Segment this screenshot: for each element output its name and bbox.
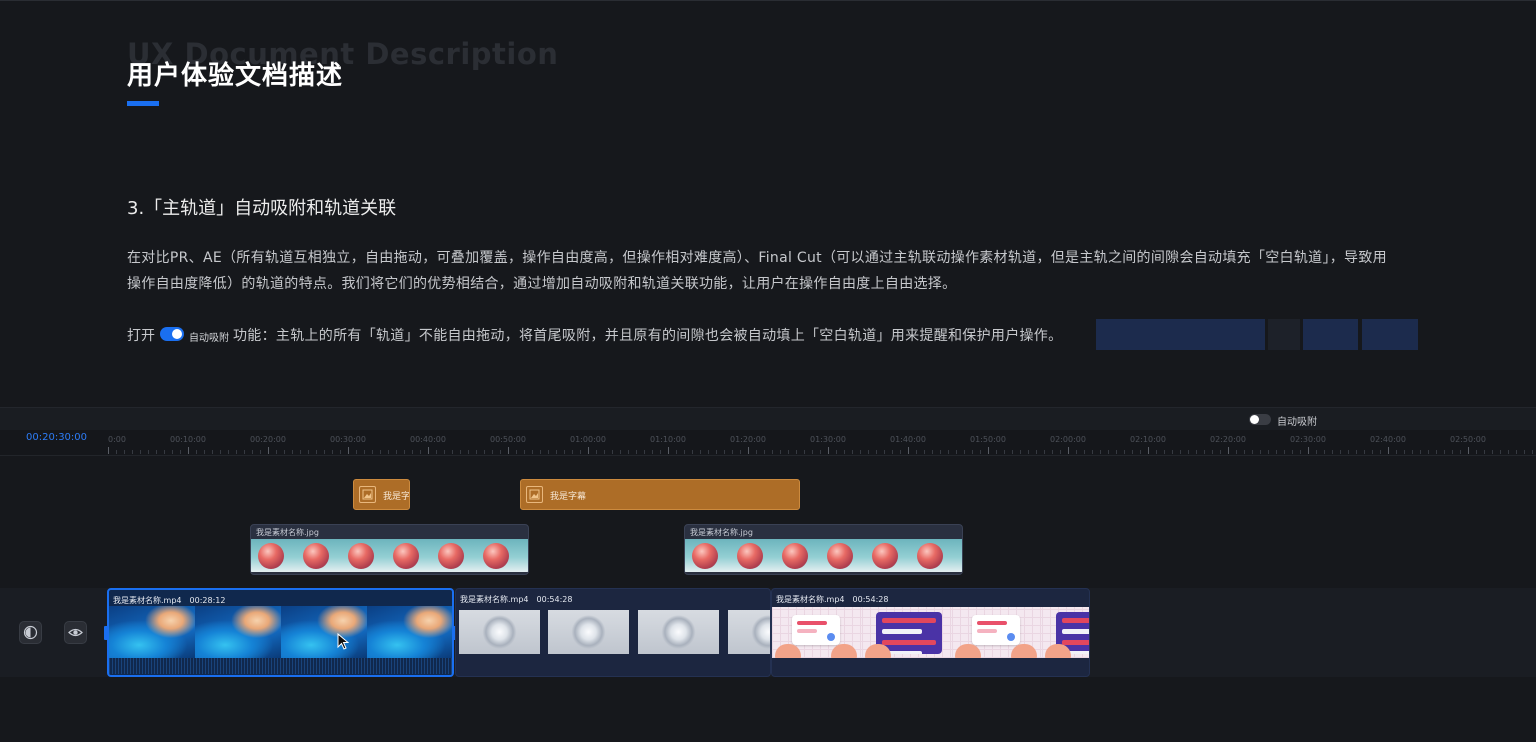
clip-duration: 00:28:12 <box>189 596 226 605</box>
paragraph-line: 在对比PR、AE（所有轨道互相独立，自由拖动，可叠加覆盖，操作自由度高，但操作相… <box>127 250 1387 266</box>
thumbnail <box>195 606 281 658</box>
thumbnail <box>827 543 853 569</box>
ruler-tick-label: 02:20:00 <box>1210 435 1246 444</box>
toggle-knob <box>1250 415 1259 424</box>
ruler-tick-label: 02:00:00 <box>1050 435 1086 444</box>
thumbnail <box>872 543 898 569</box>
main-clip-label: 我是素材名称.mp4 00:28:12 <box>113 595 225 606</box>
thumbnail <box>782 543 808 569</box>
volume-icon <box>23 625 38 640</box>
ruler-tick-label: 02:30:00 <box>1290 435 1326 444</box>
preview-block <box>1362 319 1418 350</box>
main-clip[interactable]: 我是素材名称.mp4 00:54:28 <box>455 588 771 677</box>
thumbnail <box>303 543 329 569</box>
clip-name: 我是素材名称.mp4 <box>113 596 182 605</box>
caption-clip[interactable]: 我是字 <box>353 479 410 510</box>
main-clip[interactable]: 我是素材名称.mp4 00:54:28 <box>771 588 1090 677</box>
ruler-tick-label: 00:50:00 <box>490 435 526 444</box>
eye-icon <box>68 628 83 637</box>
preview-block <box>1096 319 1265 350</box>
thumbnail <box>258 543 284 569</box>
thumbnail <box>438 543 464 569</box>
image-clip[interactable]: 我是素材名称.jpg <box>684 524 963 575</box>
ruler-tick-label: 02:40:00 <box>1370 435 1406 444</box>
image-icon <box>359 486 376 503</box>
clip-duration: 00:54:28 <box>852 595 889 604</box>
ruler-tick-label: 01:50:00 <box>970 435 1006 444</box>
ruler-tick-label: 00:20:00 <box>250 435 286 444</box>
preview-block <box>1268 319 1300 350</box>
caption-clip[interactable]: 我是字幕 <box>520 479 800 510</box>
paragraph-line: 操作自由度降低）的轨道的特点。我们将它们的优势相结合，通过增加自动吸附和轨道关联… <box>127 276 957 292</box>
ruler-tick-label: 01:10:00 <box>650 435 686 444</box>
ruler-tick-label: 01:30:00 <box>810 435 846 444</box>
top-divider <box>0 0 1536 1</box>
ruler-tick-label: 01:00:00 <box>570 435 606 444</box>
main-clip-label: 我是素材名称.mp4 00:54:28 <box>776 594 888 605</box>
toggle-knob <box>172 329 182 339</box>
title-underline <box>127 101 159 106</box>
thumbnail <box>728 610 770 654</box>
page-title: 用户体验文档描述 <box>127 61 344 91</box>
thumbnail <box>367 606 452 658</box>
thumbnail <box>281 606 367 658</box>
thumbnail <box>1042 607 1089 658</box>
auto-snap-toggle-example[interactable] <box>160 327 184 341</box>
ruler-tick-label: 0:00 <box>108 435 126 444</box>
thumbnail <box>737 543 763 569</box>
main-clip[interactable]: 我是素材名称.mp4 00:28:12 <box>107 588 454 677</box>
ruler-tick-label: 00:40:00 <box>410 435 446 444</box>
image-clip-label: 我是素材名称.jpg <box>690 528 753 537</box>
ruler-tick-label: 02:10:00 <box>1130 435 1166 444</box>
thumbnail <box>483 543 509 569</box>
thumbnail <box>393 543 419 569</box>
toggle-label: 自动吸附 <box>189 333 229 344</box>
ruler-tick-label: 02:50:00 <box>1450 435 1486 444</box>
thumbnail <box>638 610 719 654</box>
audio-waveform <box>109 658 452 674</box>
clip-trim-handle-left[interactable] <box>104 626 108 640</box>
thumbnail <box>917 543 943 569</box>
thumbnail <box>772 607 862 658</box>
caption-clip-label: 我是字幕 <box>550 492 587 502</box>
mouse-cursor <box>337 633 349 650</box>
thumbnail <box>109 606 195 658</box>
section-heading: 3.「主轨道」自动吸附和轨道关联 <box>127 198 397 219</box>
clip-name: 我是素材名称.mp4 <box>460 595 529 604</box>
ruler-tick-label: 00:10:00 <box>170 435 206 444</box>
track-visibility-button[interactable] <box>64 621 87 644</box>
preview-block <box>1303 319 1358 350</box>
thumbnail <box>692 543 718 569</box>
feature-description: 功能：主轨上的所有「轨道」不能自由拖动，将首尾吸附，并且原有的间隙也会被自动填上… <box>233 328 1063 344</box>
ruler-tick-label: 01:40:00 <box>890 435 926 444</box>
image-clip[interactable]: 我是素材名称.jpg <box>250 524 529 575</box>
ruler-tick-label: 01:20:00 <box>730 435 766 444</box>
clip-duration: 00:54:28 <box>536 595 573 604</box>
auto-snap-label: 自动吸附 <box>1277 417 1317 428</box>
feature-prefix: 打开 <box>127 328 155 344</box>
ruler-labels: 0:00 00:10:00 00:20:00 00:30:00 00:40:00 00:5… <box>0 435 1536 445</box>
clip-name: 我是素材名称.mp4 <box>776 595 845 604</box>
image-thumbnails <box>251 539 528 572</box>
thumbnail <box>459 610 540 654</box>
image-thumbnails <box>685 539 962 572</box>
page: UX Document Description 用户体验文档描述 3.「主轨道」… <box>0 0 1536 742</box>
track-volume-button[interactable] <box>19 621 42 644</box>
ruler-tick-label: 00:30:00 <box>330 435 366 444</box>
main-clip-label: 我是素材名称.mp4 00:54:28 <box>460 594 572 605</box>
thumbnail <box>548 610 629 654</box>
auto-snap-toggle[interactable] <box>1249 414 1271 425</box>
thumbnail <box>348 543 374 569</box>
image-clip-label: 我是素材名称.jpg <box>256 528 319 537</box>
ruler-ticks <box>108 447 1536 454</box>
thumbnail <box>862 607 952 658</box>
image-icon <box>526 486 543 503</box>
caption-clip-label: 我是字 <box>383 492 410 502</box>
thumbnail <box>952 607 1042 658</box>
